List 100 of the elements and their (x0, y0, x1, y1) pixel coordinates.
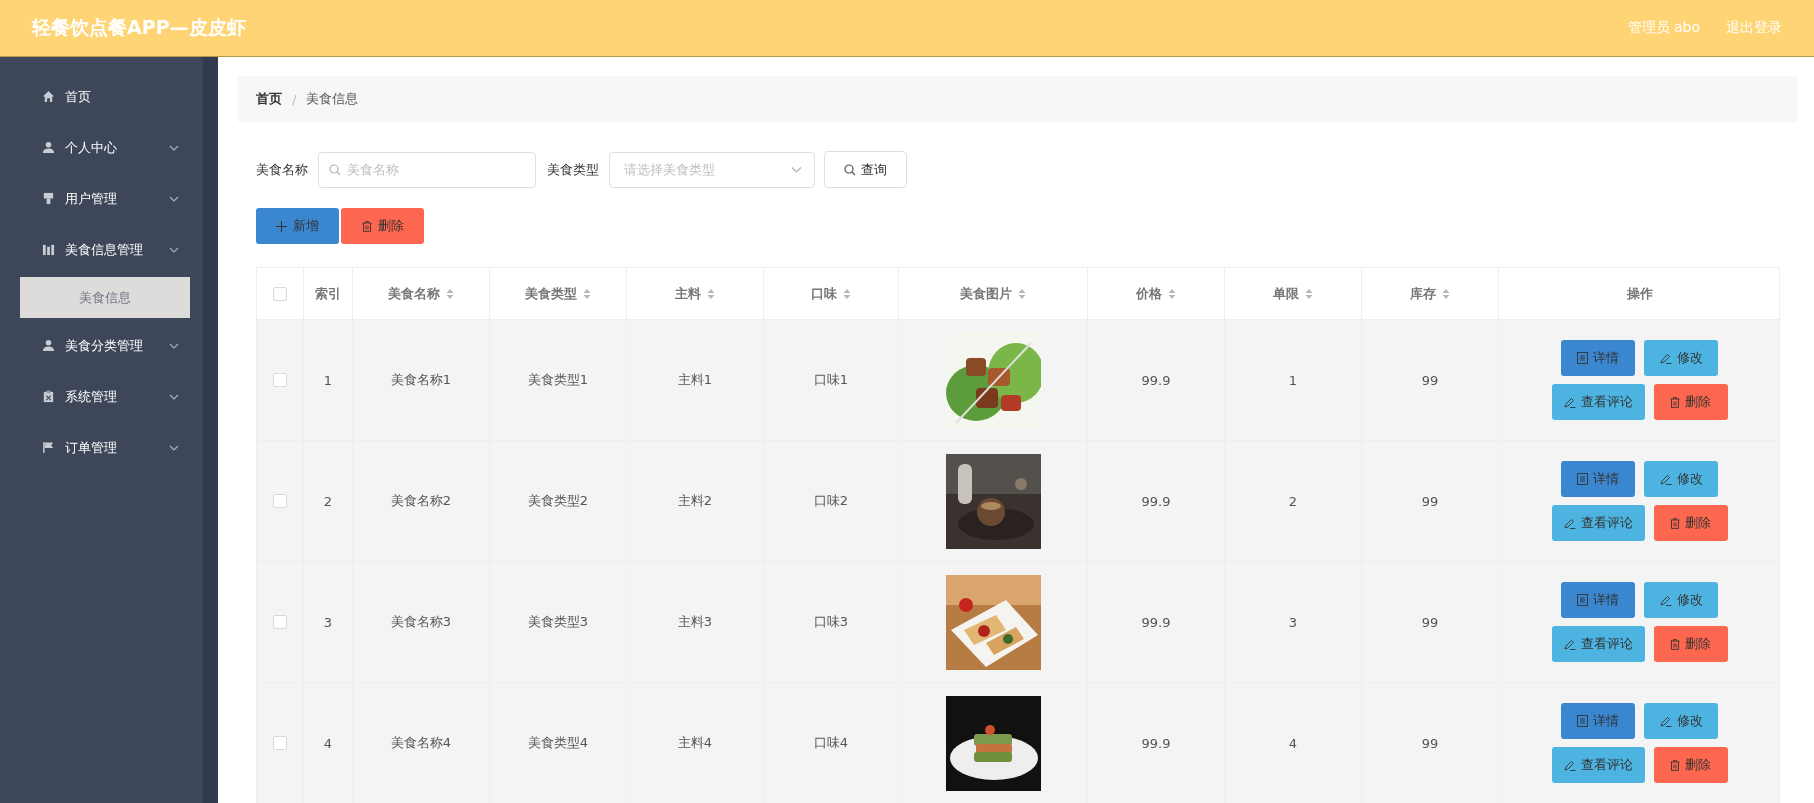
pencil-icon (1659, 352, 1672, 364)
table-cell: 99.9 (1141, 735, 1171, 751)
sort-icon[interactable] (446, 287, 454, 300)
delete-button[interactable]: 删除 (1653, 747, 1728, 783)
delete-button[interactable]: 删除 (1653, 505, 1728, 541)
table-cell: 美食名称1 (390, 371, 452, 389)
comments-button[interactable]: 查看评论 (1551, 384, 1645, 420)
sort-icon[interactable] (1018, 287, 1026, 300)
sort-icon[interactable] (843, 287, 851, 300)
edit-button[interactable]: 修改 (1644, 582, 1718, 618)
table-cell: 口味4 (813, 734, 849, 752)
table-cell: 1 (1288, 372, 1298, 388)
table-cell: 3 (323, 614, 333, 630)
add-button[interactable]: 新增 (256, 208, 339, 244)
edit-button[interactable]: 修改 (1644, 461, 1718, 497)
menu-item[interactable]: 订单管理 (0, 422, 203, 473)
person-icon (42, 339, 55, 352)
document-icon (1577, 594, 1588, 606)
row-checkbox[interactable] (273, 615, 287, 629)
filter-label: 美食类型 (547, 160, 599, 179)
table-cell: 99 (1421, 735, 1439, 751)
pencil-icon (1659, 594, 1672, 606)
clipboard-icon (42, 390, 55, 403)
comments-button[interactable]: 查看评论 (1551, 626, 1645, 662)
table-cell: 美食类型2 (527, 492, 589, 510)
person-icon (42, 141, 55, 154)
pencil-icon (1563, 638, 1576, 650)
chevron-down-icon (169, 393, 179, 400)
row-checkbox[interactable] (273, 494, 287, 508)
table-cell: 美食类型3 (527, 613, 589, 631)
table-cell: 美食名称2 (390, 492, 452, 510)
breadcrumb-item: 美食信息 (306, 90, 359, 108)
table-cell: 口味3 (813, 613, 849, 631)
search-button[interactable]: 查询 (824, 151, 907, 188)
chevron-down-icon (791, 166, 802, 173)
menu-item[interactable]: 美食分类管理 (0, 320, 203, 371)
sort-icon[interactable] (583, 287, 591, 300)
pencil-icon (1659, 473, 1672, 485)
table-cell: 99.9 (1141, 614, 1171, 630)
table-cell: 99 (1421, 493, 1439, 509)
app-title: 轻餐饮点餐APP—皮皮虾 (32, 15, 246, 40)
chevron-down-icon (169, 342, 179, 349)
document-icon (1577, 473, 1588, 485)
table-cell: 99 (1421, 614, 1439, 630)
trash-icon (361, 220, 372, 232)
detail-button[interactable]: 详情 (1561, 461, 1635, 497)
search-icon (844, 163, 856, 176)
search-icon (329, 163, 341, 176)
edit-button[interactable]: 修改 (1644, 340, 1718, 376)
table-cell: 99.9 (1141, 493, 1171, 509)
menu-item[interactable]: 个人中心 (0, 122, 203, 173)
breadcrumb-item[interactable]: 首页 (256, 90, 282, 108)
bar-chart-icon (42, 243, 55, 256)
table-cell: 主料3 (677, 613, 713, 631)
pencil-icon (1659, 715, 1672, 727)
pencil-icon (1563, 517, 1576, 529)
chevron-down-icon (169, 144, 179, 151)
menu-item[interactable]: 首页 (0, 71, 203, 122)
sort-icon[interactable] (1442, 287, 1450, 300)
delete-button[interactable]: 删除 (341, 208, 424, 244)
sort-icon[interactable] (707, 287, 715, 300)
table-cell: 主料2 (677, 492, 713, 510)
type-dropdown[interactable]: 请选择美食类型 (609, 151, 815, 188)
trash-icon (1670, 396, 1680, 408)
edit-button[interactable]: 修改 (1644, 703, 1718, 739)
table-cell: 口味2 (813, 492, 849, 510)
pencil-icon (1563, 396, 1576, 408)
comments-button[interactable]: 查看评论 (1551, 505, 1645, 541)
pencil-icon (1563, 759, 1576, 771)
table-cell: 4 (323, 735, 333, 751)
table-cell: 美食名称3 (390, 613, 452, 631)
table-cell: 口味1 (813, 371, 849, 389)
menu-item[interactable]: 系统管理 (0, 371, 203, 422)
menu-item[interactable]: 用户管理 (0, 173, 203, 224)
flag-icon (42, 441, 55, 454)
search-field[interactable]: 美食名称 (318, 151, 536, 188)
detail-button[interactable]: 详情 (1561, 703, 1635, 739)
row-checkbox[interactable] (273, 736, 287, 750)
table-cell: 主料1 (677, 371, 713, 389)
row-checkbox[interactable] (273, 373, 287, 387)
sort-icon[interactable] (1305, 287, 1313, 300)
table-cell: 4 (1288, 735, 1298, 751)
sort-icon[interactable] (1168, 287, 1176, 300)
table-cell: 1 (323, 372, 333, 388)
detail-button[interactable]: 详情 (1561, 340, 1635, 376)
document-icon (1577, 715, 1588, 727)
table-cell: 美食名称4 (390, 734, 452, 752)
plus-icon (276, 220, 287, 232)
submenu-item[interactable]: 美食信息 (20, 277, 190, 318)
comments-button[interactable]: 查看评论 (1551, 747, 1645, 783)
delete-button[interactable]: 删除 (1653, 626, 1728, 662)
document-icon (1577, 352, 1588, 364)
table-cell: 2 (323, 493, 333, 509)
menu-item[interactable]: 美食信息管理 (0, 224, 203, 275)
home-icon (42, 90, 55, 103)
detail-button[interactable]: 详情 (1561, 582, 1635, 618)
select-all-checkbox[interactable] (273, 286, 287, 301)
table-cell: 2 (1288, 493, 1298, 509)
table-cell: 99 (1421, 372, 1439, 388)
delete-button[interactable]: 删除 (1653, 384, 1728, 420)
